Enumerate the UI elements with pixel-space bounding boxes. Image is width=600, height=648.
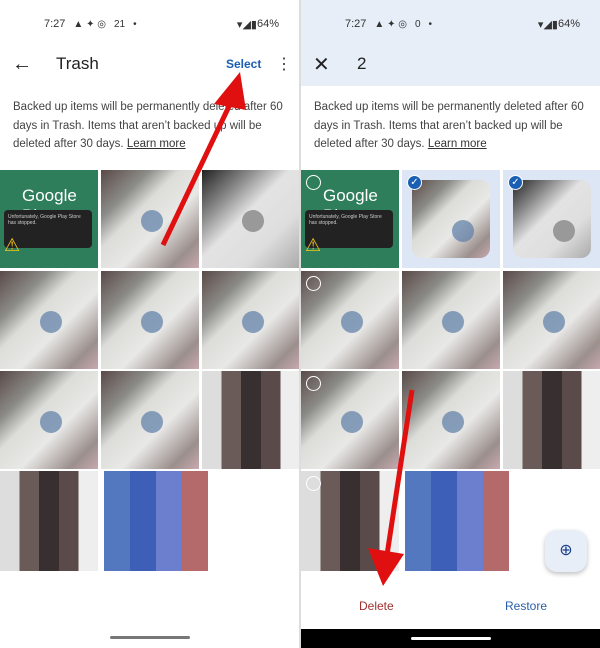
photo-thumbnail[interactable] — [104, 471, 208, 571]
gesture-bar[interactable] — [110, 636, 190, 639]
photo-thumbnail[interactable] — [101, 271, 199, 369]
select-checkbox[interactable] — [306, 175, 321, 190]
photo-thumbnail[interactable] — [0, 471, 98, 571]
check-icon[interactable]: ✓ — [508, 175, 523, 190]
photo-thumbnail[interactable] — [405, 471, 509, 571]
photo-thumbnail[interactable]: Google PlayUnfortunately, Google Play St… — [301, 170, 399, 268]
select-checkbox[interactable] — [306, 276, 321, 291]
photo-thumbnail[interactable] — [402, 271, 500, 369]
notification-icons: ▲ ✦ ◎ — [374, 18, 407, 30]
photo-thumbnail[interactable] — [202, 271, 299, 369]
battery-level: 64% — [256, 18, 279, 30]
photo-thumbnail-selected[interactable]: ✓ — [503, 170, 600, 268]
select-checkbox[interactable] — [306, 376, 321, 391]
notification-icons: ▲ ✦ ◎ — [73, 18, 106, 30]
page-title: Trash — [56, 54, 99, 73]
photo-image — [513, 180, 591, 258]
selected-count: 2 — [357, 54, 367, 73]
photo-thumbnail[interactable] — [402, 371, 500, 469]
photo-thumbnail[interactable] — [301, 371, 399, 469]
app-bar: ← Trash Select ⋮ — [0, 44, 299, 84]
signal-icons: ▾◢▮ — [236, 18, 257, 31]
net-speed: 0 — [414, 18, 421, 30]
photo-thumbnail[interactable] — [0, 371, 98, 469]
status-bar: 7:27 ▲ ✦ ◎ 0 • ▾◢▮ 64% — [345, 14, 580, 34]
photo-thumbnail[interactable] — [301, 471, 399, 571]
select-button[interactable]: Select — [226, 57, 261, 71]
photo-thumbnail[interactable] — [202, 170, 299, 268]
photo-thumbnail[interactable] — [0, 271, 98, 369]
zoom-in-icon[interactable]: ⊕ — [545, 530, 587, 572]
gesture-bar[interactable] — [411, 637, 491, 640]
selection-bar: ✕ 2 — [301, 44, 600, 84]
dot-icon: • — [428, 18, 433, 30]
learn-more-link[interactable]: Learn more — [127, 138, 186, 150]
status-bar: 7:27 ▲ ✦ ◎ 21 • ▾◢▮ 64% — [44, 14, 279, 34]
trash-info: Backed up items will be permanently dele… — [314, 98, 589, 154]
navigation-bar — [301, 629, 600, 648]
trash-info: Backed up items will be permanently dele… — [13, 98, 288, 154]
status-time: 7:27 — [44, 18, 66, 30]
photo-thumbnail[interactable] — [101, 170, 199, 268]
photo-thumbnail[interactable]: Google PlayUnfortunately, Google Play St… — [0, 170, 98, 268]
warning-icon: ⚠ — [305, 235, 322, 255]
dot-icon: • — [133, 18, 137, 30]
trash-screen: 7:27 ▲ ✦ ◎ 21 • ▾◢▮ 64% ← Trash Select ⋮… — [0, 0, 299, 648]
trash-selection-screen: 7:27 ▲ ✦ ◎ 0 • ▾◢▮ 64% ✕ 2 Backed up ite… — [301, 0, 600, 648]
photo-thumbnail[interactable] — [503, 271, 600, 369]
status-time: 7:27 — [345, 18, 367, 30]
photo-thumbnail[interactable] — [503, 371, 600, 469]
restore-button[interactable]: Restore — [505, 599, 547, 613]
signal-icons: ▾◢▮ — [537, 18, 558, 31]
learn-more-link[interactable]: Learn more — [428, 138, 487, 150]
check-icon[interactable]: ✓ — [407, 175, 422, 190]
arrow-left-icon[interactable]: ← — [12, 53, 32, 76]
photo-image — [412, 180, 490, 258]
warning-icon: ⚠ — [4, 235, 21, 255]
photo-thumbnail[interactable] — [202, 371, 299, 469]
photo-thumbnail-selected[interactable]: ✓ — [402, 170, 500, 268]
select-checkbox[interactable] — [306, 476, 321, 491]
delete-button[interactable]: Delete — [359, 599, 394, 613]
battery-level: 64% — [557, 18, 580, 30]
photo-thumbnail[interactable] — [101, 371, 199, 469]
photo-thumbnail[interactable] — [301, 271, 399, 369]
close-icon[interactable]: ✕ — [313, 52, 330, 77]
more-vert-icon[interactable]: ⋮ — [276, 54, 292, 74]
net-speed: 21 — [113, 18, 126, 30]
